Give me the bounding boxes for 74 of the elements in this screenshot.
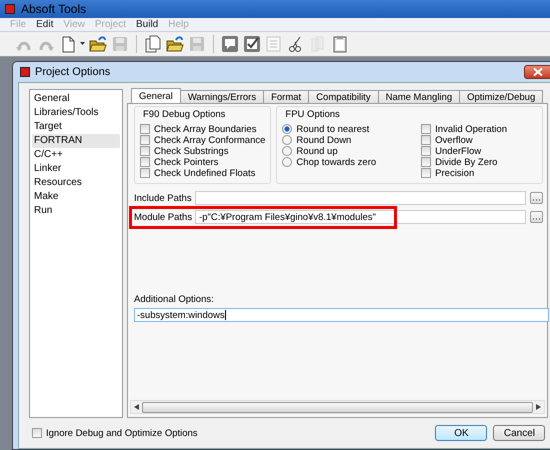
- app-icon: [5, 4, 15, 14]
- list-item[interactable]: Run: [32, 204, 120, 218]
- option-label: Precision: [435, 168, 474, 178]
- input-field[interactable]: -p"C:¥Program Files¥gino¥v8.1¥modules": [195, 210, 526, 224]
- list-item[interactable]: Target: [32, 120, 120, 134]
- tab[interactable]: Compatibility: [308, 90, 379, 103]
- radio-button[interactable]: [282, 157, 292, 167]
- option-label: Round Down: [296, 134, 352, 146]
- list-item[interactable]: FORTRAN: [32, 134, 120, 148]
- close-icon: [533, 68, 544, 76]
- tab[interactable]: General: [131, 88, 181, 103]
- option-label: Overflow: [435, 134, 473, 146]
- option-label: Check Array Boundaries: [154, 124, 256, 134]
- dialog-icon: [20, 67, 30, 77]
- checkbox[interactable]: [140, 146, 150, 156]
- pages-icon[interactable]: [143, 34, 163, 54]
- checkmark-icon[interactable]: [242, 34, 262, 54]
- folder-icon[interactable]: [165, 34, 185, 54]
- input-field[interactable]: -subsystem:windows: [134, 308, 550, 322]
- checkbox[interactable]: [140, 157, 150, 167]
- option-label: Invalid Operation: [435, 124, 507, 134]
- dialog-title: Project Options: [35, 66, 110, 78]
- caret-icon[interactable]: [80, 42, 86, 46]
- group-title: F90 Debug Options: [142, 109, 226, 120]
- close-button[interactable]: [524, 65, 550, 79]
- field-label: Include Paths: [134, 192, 192, 204]
- group-title: FPU Options: [284, 109, 341, 120]
- left-arrow-icon[interactable]: [134, 404, 139, 410]
- option-label: Check Substrings: [154, 146, 228, 156]
- tab[interactable]: Name Mangling: [378, 90, 460, 103]
- list-item[interactable]: C/C++: [32, 148, 120, 162]
- browse-button[interactable]: [530, 211, 544, 223]
- window-title: Absoft Tools: [21, 2, 86, 16]
- checkbox[interactable]: [421, 157, 432, 167]
- option-label: Chop towards zero: [296, 156, 376, 168]
- option-label: UnderFlow: [435, 146, 482, 156]
- checkbox[interactable]: [140, 135, 150, 145]
- field-label: Additional Options:: [134, 294, 215, 305]
- menu-item[interactable]: Edit: [36, 19, 54, 30]
- option-label: Round to nearest: [296, 124, 370, 134]
- checkbox[interactable]: [421, 135, 432, 145]
- right-arrow-icon[interactable]: [536, 404, 542, 410]
- browse-button[interactable]: [530, 192, 544, 204]
- radio-button[interactable]: [282, 146, 292, 156]
- tab[interactable]: Optimize/Debug: [459, 90, 544, 103]
- radio-button[interactable]: [282, 135, 292, 145]
- field-label: Module Paths: [134, 212, 192, 222]
- dialog-button[interactable]: OK: [435, 425, 488, 441]
- menu-item[interactable]: Build: [136, 19, 158, 30]
- checkbox[interactable]: [140, 168, 150, 178]
- folder-icon[interactable]: [88, 34, 108, 54]
- option-label: Round up: [296, 146, 338, 156]
- scrollbar[interactable]: [130, 400, 546, 414]
- checkbox[interactable]: [140, 124, 150, 134]
- list-item[interactable]: General: [32, 92, 120, 106]
- checkbox[interactable]: [421, 146, 432, 156]
- checkbox[interactable]: [421, 124, 432, 134]
- input-field[interactable]: [194, 191, 526, 205]
- tab[interactable]: Warnings/Errors: [180, 90, 264, 103]
- checkbox[interactable]: [421, 168, 432, 178]
- option-label: Divide By Zero: [435, 156, 498, 168]
- option-label: Ignore Debug and Optimize Options: [46, 428, 198, 438]
- option-label: Check Pointers: [154, 156, 218, 168]
- option-label: Check Undefined Floats: [154, 168, 256, 178]
- list-item[interactable]: Linker: [32, 162, 120, 176]
- dialog-button[interactable]: Cancel: [493, 425, 546, 441]
- list-item[interactable]: Libraries/Tools: [32, 106, 120, 120]
- checkbox[interactable]: [32, 428, 42, 438]
- tab[interactable]: Format: [263, 90, 310, 103]
- list-item[interactable]: Make: [32, 190, 120, 204]
- radio-button[interactable]: [282, 124, 292, 134]
- option-label: Check Array Conformance: [154, 134, 266, 146]
- list-item[interactable]: Resources: [32, 176, 120, 190]
- speech-bubble-icon[interactable]: [220, 34, 240, 54]
